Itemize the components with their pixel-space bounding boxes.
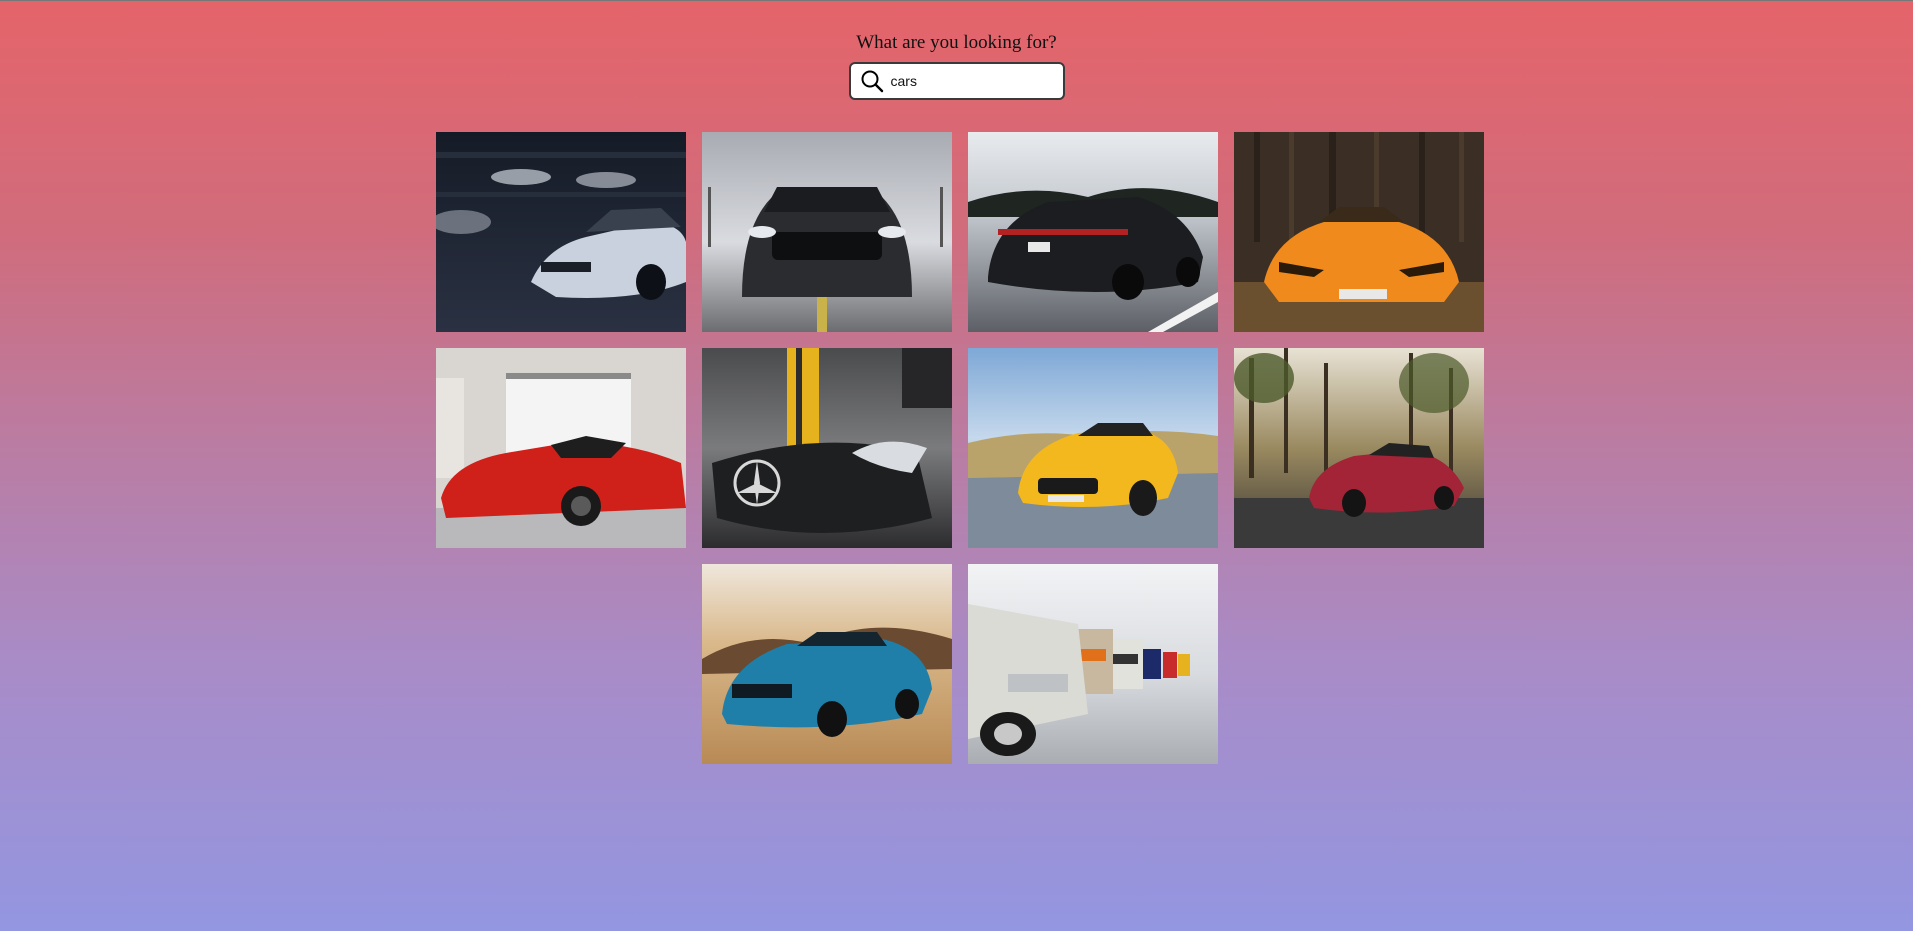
result-image-black-mustang[interactable]: [702, 132, 952, 332]
red-amg-photo: [1234, 348, 1484, 548]
search-box[interactable]: [848, 62, 1065, 100]
result-image-red-amg[interactable]: [1234, 348, 1484, 548]
search-prompt: What are you looking for?: [856, 32, 1057, 53]
classic-bmw-photo: [968, 564, 1218, 764]
result-image-grey-mercedes[interactable]: [702, 348, 952, 548]
result-image-red-ferrari[interactable]: [436, 348, 686, 548]
result-image-orange-lamborghini[interactable]: [1234, 132, 1484, 332]
black-mustang-photo: [702, 132, 952, 332]
result-image-yellow-amg[interactable]: [968, 348, 1218, 548]
result-image-black-porsche[interactable]: [968, 132, 1218, 332]
result-image-classic-bmw[interactable]: [968, 564, 1218, 764]
image-results-grid: [436, 132, 1484, 764]
result-image-blue-camaro[interactable]: [702, 564, 952, 764]
red-ferrari-photo: [436, 348, 686, 548]
orange-lamborghini-photo: [1234, 132, 1484, 332]
search-icon[interactable]: [859, 68, 885, 94]
silver-camaro-photo: [436, 132, 686, 332]
blue-camaro-photo: [702, 564, 952, 764]
black-porsche-photo: [968, 132, 1218, 332]
search-input[interactable]: [890, 73, 1051, 89]
result-image-silver-camaro[interactable]: [436, 132, 686, 332]
search-area: What are you looking for?: [0, 1, 1913, 100]
yellow-amg-photo: [968, 348, 1218, 548]
grey-mercedes-photo: [702, 348, 952, 548]
